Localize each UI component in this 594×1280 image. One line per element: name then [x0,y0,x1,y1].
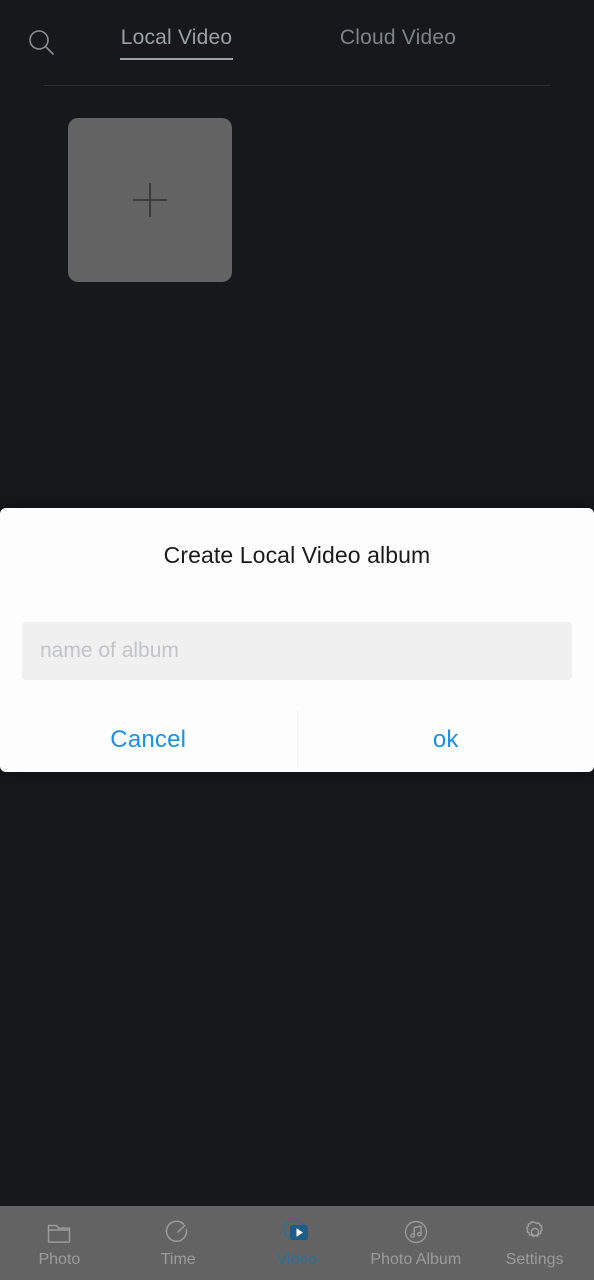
video-source-tabs: Local Video Cloud Video [120,24,458,66]
add-album-tile[interactable] [68,118,232,282]
tab-cloud-video[interactable]: Cloud Video [338,24,458,66]
album-grid [68,118,232,282]
tab-local-video[interactable]: Local Video [120,24,233,66]
ok-button[interactable]: ok [298,708,594,772]
nav-item-time[interactable]: Time [119,1206,238,1280]
top-bar: Local Video Cloud Video [0,0,594,86]
nav-label-video: Video [276,1251,318,1268]
cancel-button[interactable]: Cancel [0,708,297,772]
nav-item-video[interactable]: Video [238,1206,357,1280]
nav-item-photo[interactable]: Photo [0,1206,119,1280]
nav-label-photo-album: Photo Album [370,1251,462,1268]
gear-icon [520,1217,550,1247]
folder-icon [44,1217,74,1247]
search-icon[interactable] [26,27,58,59]
nav-item-settings[interactable]: Settings [475,1206,594,1280]
music-note-circle-icon [401,1217,431,1247]
bottom-navigation-bar: Photo Time Video Photo Album Settings [0,1206,594,1280]
dialog-actions: Cancel ok [0,708,594,772]
plus-icon [133,183,167,217]
app-screen: Local Video Cloud Video Create Local Vid… [0,0,594,1280]
album-name-input[interactable] [22,622,572,680]
nav-label-time: Time [160,1251,196,1268]
video-icon [282,1217,312,1247]
timer-icon [163,1217,193,1247]
create-album-dialog: Create Local Video album Cancel ok [0,508,594,772]
dialog-title: Create Local Video album [163,542,431,568]
nav-label-photo: Photo [38,1251,81,1268]
nav-label-settings: Settings [505,1251,564,1268]
nav-item-photo-album[interactable]: Photo Album [356,1206,475,1280]
